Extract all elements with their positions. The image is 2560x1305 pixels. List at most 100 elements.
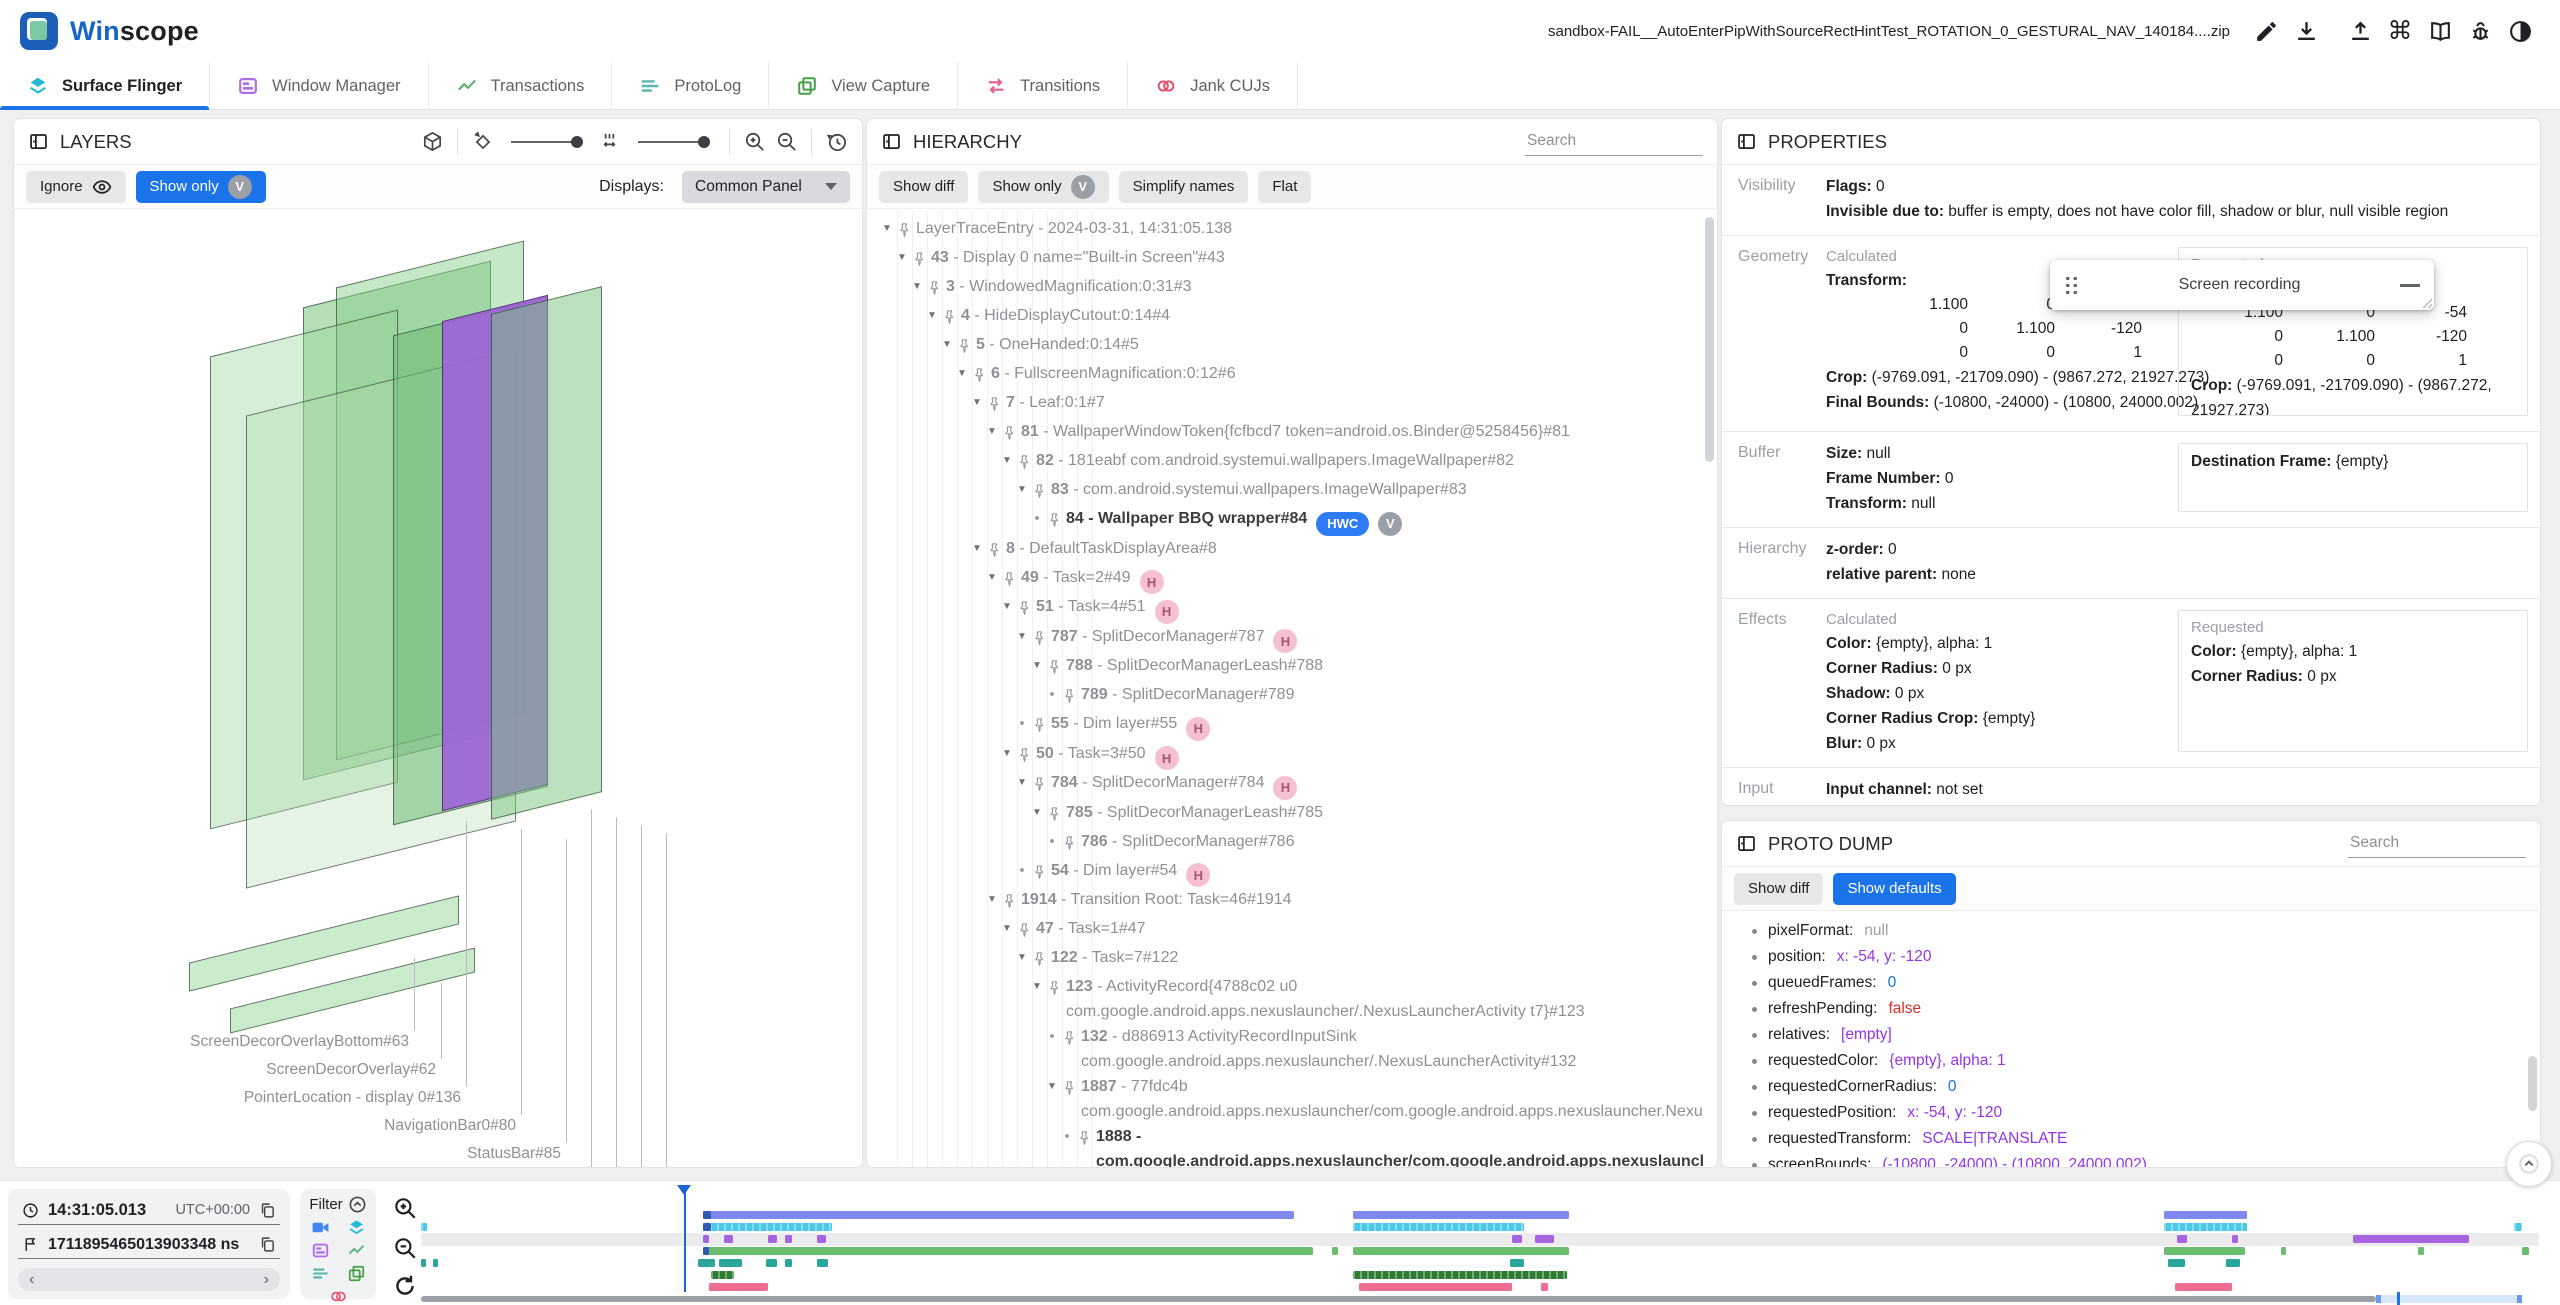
view-capture-filter-icon[interactable] [347,1264,366,1283]
timeline-track-surface-flinger[interactable] [421,1211,2539,1219]
tree-row[interactable]: ▼ 122 - Task=7#122 [867,945,1703,974]
protolog-filter-icon[interactable] [311,1264,330,1283]
expand-arrow-icon[interactable]: ▼ [922,303,942,328]
timeline-track-jank-cujs[interactable] [421,1283,2539,1291]
copy-icon[interactable] [259,1236,276,1253]
pin-icon[interactable] [1032,711,1051,740]
pin-icon[interactable] [1062,682,1081,711]
tab-transitions[interactable]: Transitions [958,62,1129,110]
timeline-zoom-reset-button[interactable] [388,1269,422,1303]
tree-row[interactable]: ▼ 5 - OneHanded:0:14#5 [867,332,1703,361]
expand-arrow-icon[interactable]: ▼ [1012,770,1032,795]
layer-label[interactable]: StatusBar#85 [467,1145,561,1163]
transactions-filter-icon[interactable] [347,1241,366,1260]
timeline-track-transactions[interactable] [421,1247,2539,1255]
expand-arrow-icon[interactable]: ▼ [982,565,1002,590]
3d-view-icon[interactable] [421,130,444,153]
download-icon[interactable] [2286,11,2326,51]
tab-transactions[interactable]: Transactions [429,62,613,110]
tree-row[interactable]: ▼ 3 - WindowedMagnification:0:31#3 [867,274,1703,303]
proto-row[interactable]: requestedTransform: SCALE|TRANSLATE [1752,1126,2526,1152]
expand-arrow-icon[interactable]: ▼ [1012,477,1032,502]
expand-arrow-icon[interactable]: ▼ [967,536,987,561]
proto-row[interactable]: requestedCornerRadius: 0 [1752,1074,2526,1100]
flat-button[interactable]: Flat [1258,170,1312,203]
zoom-in-icon[interactable] [743,130,766,153]
previous-frame-button[interactable]: ‹ [29,1271,34,1289]
copy-icon[interactable] [259,1202,276,1219]
screen-recording-filter-icon[interactable] [311,1218,330,1237]
layer-spacing-icon[interactable] [598,130,621,153]
expand-arrow-icon[interactable]: ▼ [937,332,957,357]
tree-row[interactable]: ▼ 6 - FullscreenMagnification:0:12#6 [867,361,1703,390]
layer-label[interactable]: ScreenDecorOverlayBottom#63 [190,1033,409,1051]
expanded-timeline-toggle-button[interactable] [2506,1141,2552,1187]
drag-handle-icon[interactable] [2064,274,2079,296]
layer-label[interactable]: NavigationBar0#80 [384,1117,516,1135]
report-bug-icon[interactable] [2460,11,2500,51]
pin-icon[interactable] [1017,741,1036,770]
expand-arrow-icon[interactable]: ▼ [997,741,1017,766]
pin-icon[interactable] [1077,1124,1096,1153]
expand-arrow-icon[interactable]: ▼ [1027,653,1047,678]
expand-arrow-icon[interactable]: ▼ [982,419,1002,444]
zoom-out-icon[interactable] [775,130,798,153]
pin-icon[interactable] [1002,887,1021,916]
proto-row[interactable]: requestedColor: {empty}, alpha: 1 [1752,1048,2526,1074]
tree-row[interactable]: • 789 - SplitDecorManager#789 [867,682,1703,711]
reset-view-icon[interactable] [825,130,848,153]
expand-arrow-icon[interactable]: ▼ [907,274,927,299]
proto-search-input[interactable] [2348,829,2526,858]
documentation-icon[interactable] [2420,11,2460,51]
tree-row[interactable]: ▼ 8 - DefaultTaskDisplayArea#8 [867,536,1703,565]
timeline-zoom-out-button[interactable] [388,1231,422,1265]
tree-row[interactable]: ▼ 7 - Leaf:0:1#7 [867,390,1703,419]
pin-icon[interactable] [1032,858,1051,887]
tree-row[interactable]: • 55 - Dim layer#55 H [867,711,1703,741]
pin-icon[interactable] [1047,506,1066,535]
expand-arrow-icon[interactable]: ▼ [997,916,1017,941]
dark-mode-toggle-icon[interactable] [2500,11,2540,51]
proto-scrollbar[interactable] [2528,1056,2537,1111]
timeline-cursor[interactable] [683,1188,687,1292]
upload-icon[interactable] [2340,11,2380,51]
tree-row[interactable]: ▼ 123 - ActivityRecord{4788c02 u0 com.goo… [867,974,1703,1024]
tree-row[interactable]: ▼ 49 - Task=2#49 H [867,565,1703,594]
pin-icon[interactable] [972,361,991,390]
proto-row[interactable]: refreshPending: false [1752,996,2526,1022]
jank-cujs-filter-icon[interactable] [329,1287,348,1305]
pin-icon[interactable] [1017,916,1036,945]
collapse-filter-icon[interactable] [348,1195,367,1214]
timeline-range-slider[interactable] [421,1292,2539,1305]
expand-arrow-icon[interactable]: ▼ [982,887,1002,912]
pin-icon[interactable] [1062,1074,1081,1103]
proto-row[interactable]: queuedFrames: 0 [1752,970,2526,996]
screen-recording-overlay[interactable]: Screen recording [2050,260,2434,310]
tree-row[interactable]: ▼ 82 - 181eabf com.android.systemui.wallp… [867,448,1703,477]
tab-window-manager[interactable]: Window Manager [210,62,429,110]
expand-arrow-icon[interactable]: ▼ [1027,974,1047,999]
pin-icon[interactable] [1032,945,1051,974]
pin-icon[interactable] [987,390,1006,419]
tab-view-capture[interactable]: View Capture [769,62,959,110]
tree-row[interactable]: ▼ 1914 - Transition Root: Task=46#1914 [867,887,1703,916]
pin-icon[interactable] [957,332,976,361]
rotation-slider[interactable] [511,135,583,148]
tree-row[interactable]: ▼ 787 - SplitDecorManager#787 H [867,624,1703,653]
expand-arrow-icon[interactable]: ▼ [967,390,987,415]
tree-row[interactable]: • 84 - Wallpaper BBQ wrapper#84 HWC V [867,506,1703,536]
rotation-icon[interactable] [471,130,494,153]
pin-icon[interactable] [927,274,946,303]
layer-label[interactable]: ScreenDecorOverlay#62 [266,1061,436,1079]
expand-arrow-icon[interactable]: ▼ [1027,800,1047,825]
pin-icon[interactable] [1062,1024,1081,1053]
tree-row[interactable]: ▼ 83 - com.android.systemui.wallpapers.Im… [867,477,1703,506]
pin-icon[interactable] [1002,565,1021,594]
pin-icon[interactable] [942,303,961,332]
expand-arrow-icon[interactable]: ▼ [997,594,1017,619]
surface-flinger-filter-icon[interactable] [347,1218,366,1237]
expand-arrow-icon[interactable]: ▼ [952,361,972,386]
pin-icon[interactable] [1032,477,1051,506]
pin-icon[interactable] [1047,800,1066,829]
tree-row[interactable]: ▼ 51 - Task=4#51 H [867,594,1703,624]
